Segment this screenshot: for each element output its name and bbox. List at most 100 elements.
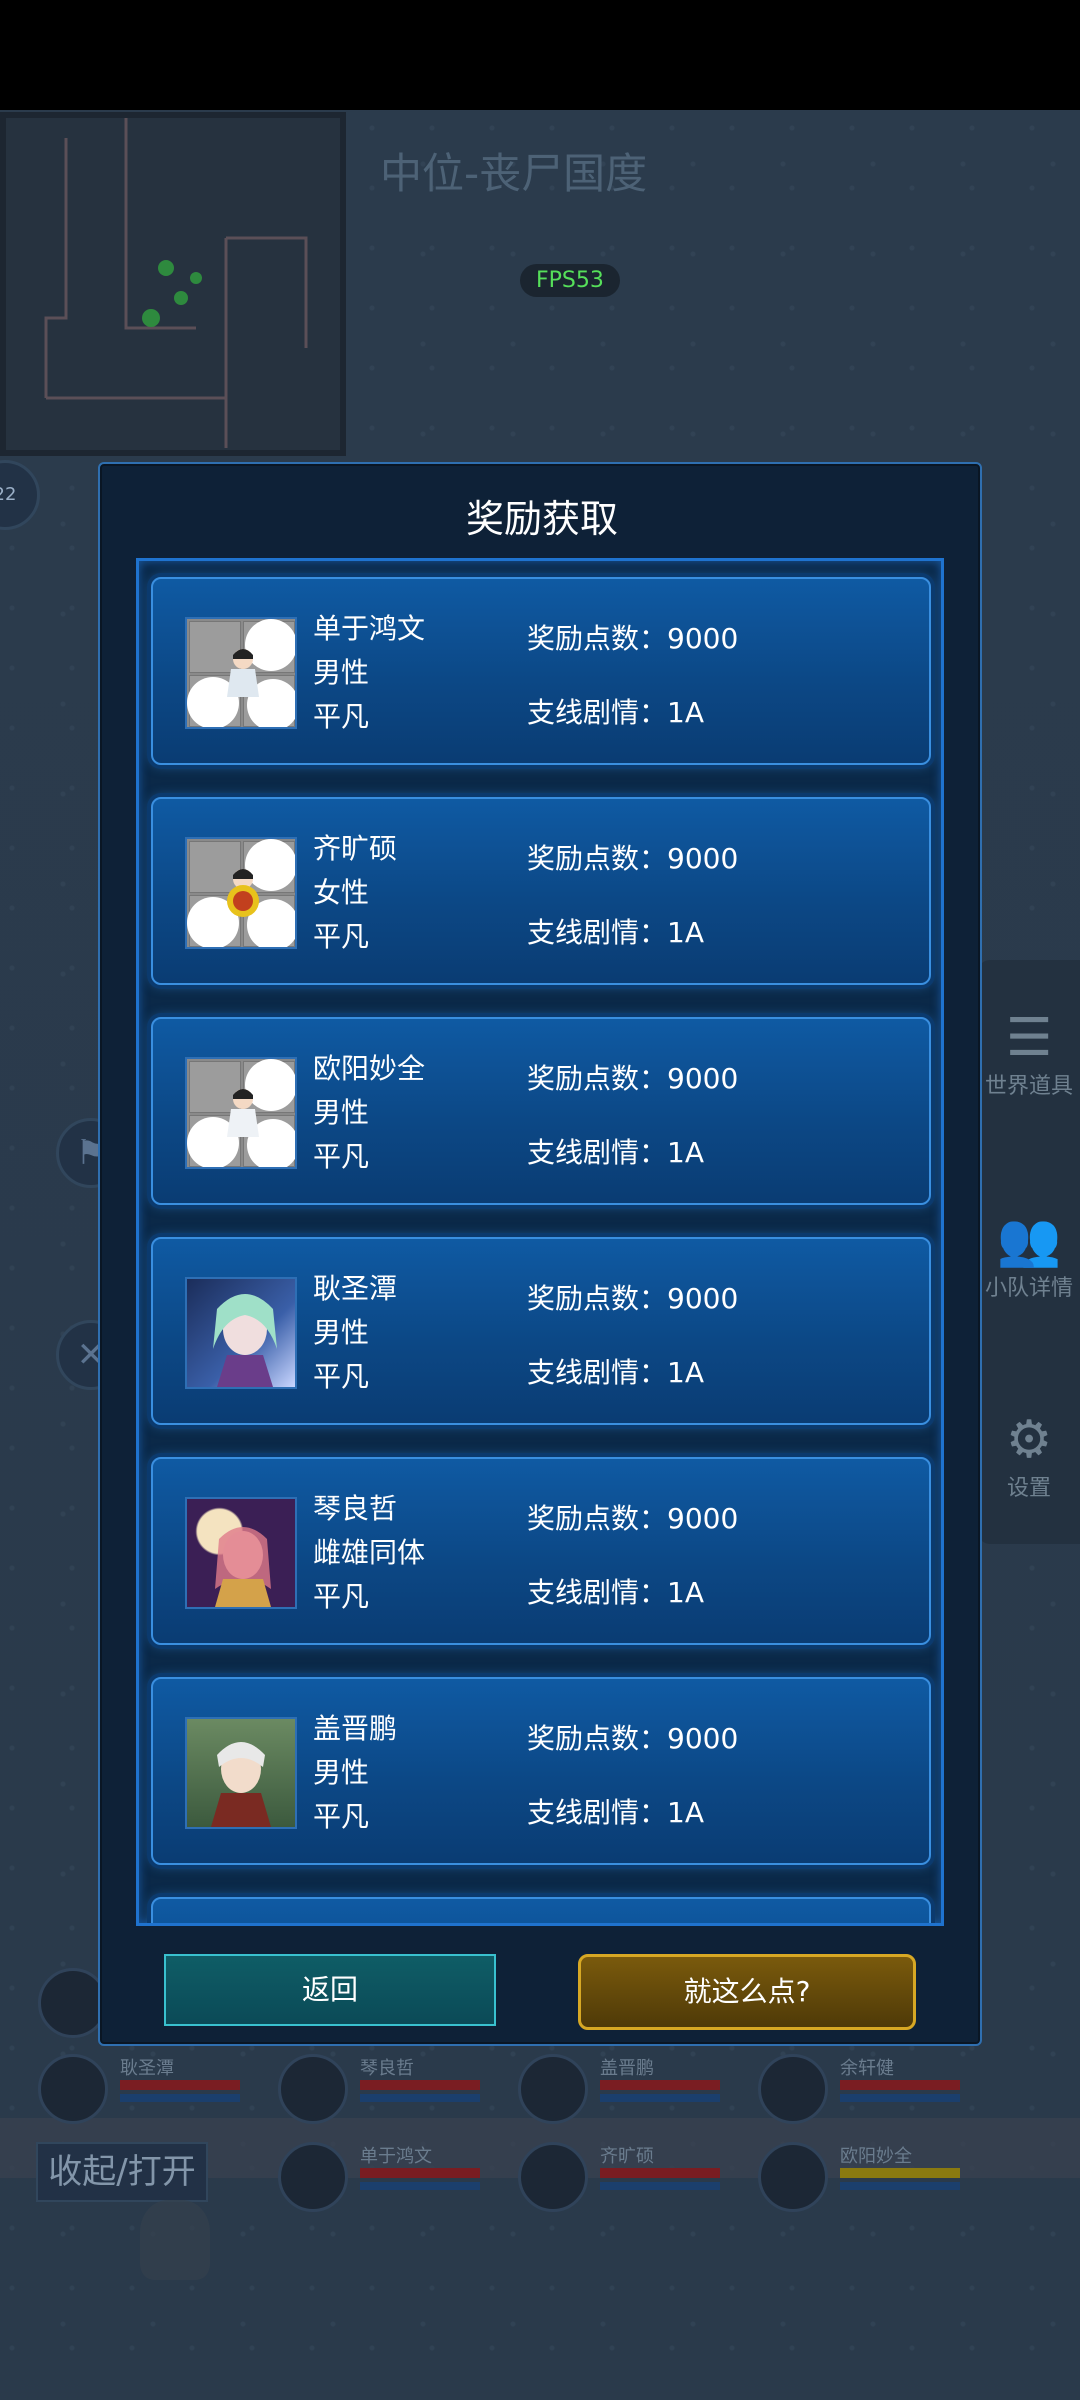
branch-value: 1A bbox=[667, 1136, 704, 1169]
world-items-label: 世界道具 bbox=[984, 1074, 1073, 1099]
character-name: 耿圣潭 bbox=[313, 1272, 398, 1305]
member-name: 盖晋鹏 bbox=[600, 2058, 654, 2079]
fold-toggle-button[interactable]: 收起/打开 bbox=[36, 2142, 208, 2202]
team-member[interactable]: 齐旷硕 bbox=[518, 2142, 738, 2222]
character-avatar bbox=[185, 1277, 297, 1389]
branch-story: 支线剧情：1A bbox=[527, 1351, 704, 1391]
branch-value: 1A bbox=[667, 916, 704, 949]
points-value: 9000 bbox=[667, 1062, 739, 1095]
member-name: 欧阳妙全 bbox=[840, 2146, 912, 2167]
character-name: 欧阳妙全 bbox=[313, 1052, 426, 1085]
avatar bbox=[278, 2142, 348, 2212]
team-member[interactable]: 耿圣潭 bbox=[38, 2054, 258, 2134]
branch-story: 支线剧情：1A bbox=[527, 1791, 704, 1831]
team-member[interactable]: 欧阳妙全 bbox=[758, 2142, 978, 2222]
character-rank: 平凡 bbox=[313, 1140, 370, 1173]
mp-bar bbox=[600, 2182, 720, 2190]
branch-label: 支线剧情： bbox=[527, 1796, 668, 1829]
side-menu: ☰ 世界道具 👥 小队详情 ⚙ 设置 bbox=[978, 960, 1080, 1544]
character-gender: 男性 bbox=[313, 656, 370, 689]
branch-story: 支线剧情：1A bbox=[527, 1571, 704, 1611]
team-icon: 👥 bbox=[996, 1210, 1062, 1270]
reward-card-partial[interactable] bbox=[151, 1897, 931, 1923]
minimap[interactable] bbox=[0, 112, 346, 456]
reward-points: 奖励点数：9000 bbox=[527, 1717, 738, 1757]
member-name: 单于鸿文 bbox=[360, 2146, 432, 2167]
character-rank: 平凡 bbox=[313, 920, 370, 953]
hp-bar bbox=[600, 2168, 720, 2178]
branch-label: 支线剧情： bbox=[527, 1576, 668, 1609]
branch-story: 支线剧情：1A bbox=[527, 911, 704, 951]
points-value: 9000 bbox=[667, 842, 739, 875]
character-avatar bbox=[185, 617, 297, 729]
character-avatar bbox=[185, 1717, 297, 1829]
world-items-button[interactable]: ☰ 世界道具 bbox=[978, 1008, 1080, 1100]
player-sprite bbox=[140, 2200, 210, 2280]
branch-value: 1A bbox=[667, 1576, 704, 1609]
reward-card[interactable]: 盖晋鹏 男性 平凡 奖励点数：9000 支线剧情：1A bbox=[151, 1677, 931, 1865]
gear-icon: ⚙ bbox=[1005, 1410, 1053, 1470]
hp-bar bbox=[360, 2080, 480, 2090]
team-details-button[interactable]: 👥 小队详情 bbox=[978, 1210, 1080, 1302]
hp-bar bbox=[840, 2168, 960, 2178]
member-name: 齐旷硕 bbox=[600, 2146, 654, 2167]
reward-card[interactable]: 单于鸿文 男性 平凡 奖励点数：9000 支线剧情：1A bbox=[151, 577, 931, 765]
character-avatar bbox=[185, 837, 297, 949]
character-avatar bbox=[185, 1497, 297, 1609]
branch-label: 支线剧情： bbox=[527, 696, 668, 729]
reward-card[interactable]: 耿圣潭 男性 平凡 奖励点数：9000 支线剧情：1A bbox=[151, 1237, 931, 1425]
character-name: 琴良哲 bbox=[313, 1492, 398, 1525]
layers-icon: ☰ bbox=[1005, 1008, 1053, 1068]
mp-bar bbox=[120, 2094, 240, 2102]
settings-button[interactable]: ⚙ 设置 bbox=[978, 1410, 1080, 1502]
team-member[interactable]: 单于鸿文 bbox=[278, 2142, 498, 2222]
member-name: 余轩健 bbox=[840, 2058, 894, 2079]
hp-bar bbox=[360, 2168, 480, 2178]
reward-list[interactable]: 单于鸿文 男性 平凡 奖励点数：9000 支线剧情：1A 齐旷硕 女性 平凡 奖… bbox=[136, 558, 944, 1926]
back-button[interactable]: 返回 bbox=[164, 1954, 496, 2026]
member-name: 耿圣潭 bbox=[120, 2058, 174, 2079]
branch-story: 支线剧情：1A bbox=[527, 1131, 704, 1171]
character-rank: 平凡 bbox=[313, 1800, 370, 1833]
team-member[interactable]: 琴良哲 bbox=[278, 2054, 498, 2134]
avatar bbox=[518, 2142, 588, 2212]
points-label: 奖励点数： bbox=[527, 842, 668, 875]
mp-bar bbox=[360, 2182, 480, 2190]
reward-card[interactable]: 齐旷硕 女性 平凡 奖励点数：9000 支线剧情：1A bbox=[151, 797, 931, 985]
character-gender: 男性 bbox=[313, 1756, 370, 1789]
branch-value: 1A bbox=[667, 1796, 704, 1829]
hp-bar bbox=[840, 2080, 960, 2090]
team-member[interactable]: 盖晋鹏 bbox=[518, 2054, 738, 2134]
branch-label: 支线剧情： bbox=[527, 1356, 668, 1389]
character-gender: 男性 bbox=[313, 1096, 370, 1129]
points-label: 奖励点数： bbox=[527, 622, 668, 655]
points-value: 9000 bbox=[667, 1282, 739, 1315]
confirm-button[interactable]: 就这么点? bbox=[578, 1954, 916, 2030]
points-label: 奖励点数： bbox=[527, 1282, 668, 1315]
branch-story: 支线剧情：1A bbox=[527, 691, 704, 731]
team-member[interactable]: 余轩健 bbox=[758, 2054, 978, 2134]
fps-counter: FPS53 bbox=[520, 264, 620, 297]
branch-value: 1A bbox=[667, 696, 704, 729]
mp-bar bbox=[840, 2094, 960, 2102]
character-avatar bbox=[185, 1057, 297, 1169]
member-name: 琴良哲 bbox=[360, 2058, 414, 2079]
reward-points: 奖励点数：9000 bbox=[527, 1497, 738, 1537]
character-gender: 男性 bbox=[313, 1316, 370, 1349]
branch-label: 支线剧情： bbox=[527, 1136, 668, 1169]
avatar bbox=[758, 2142, 828, 2212]
character-gender: 雌雄同体 bbox=[313, 1536, 426, 1569]
reward-points: 奖励点数：9000 bbox=[527, 1057, 738, 1097]
team-details-label: 小队详情 bbox=[984, 1276, 1073, 1301]
character-rank: 平凡 bbox=[313, 700, 370, 733]
avatar bbox=[518, 2054, 588, 2124]
character-rank: 平凡 bbox=[313, 1360, 370, 1393]
character-gender: 女性 bbox=[313, 876, 370, 909]
points-value: 9000 bbox=[667, 1502, 739, 1535]
level-badge-text: 22 bbox=[0, 484, 17, 505]
character-name: 单于鸿文 bbox=[313, 612, 426, 645]
reward-card[interactable]: 欧阳妙全 男性 平凡 奖励点数：9000 支线剧情：1A bbox=[151, 1017, 931, 1205]
reward-card[interactable]: 琴良哲 雌雄同体 平凡 奖励点数：9000 支线剧情：1A bbox=[151, 1457, 931, 1645]
status-bar bbox=[0, 0, 1080, 110]
branch-value: 1A bbox=[667, 1356, 704, 1389]
